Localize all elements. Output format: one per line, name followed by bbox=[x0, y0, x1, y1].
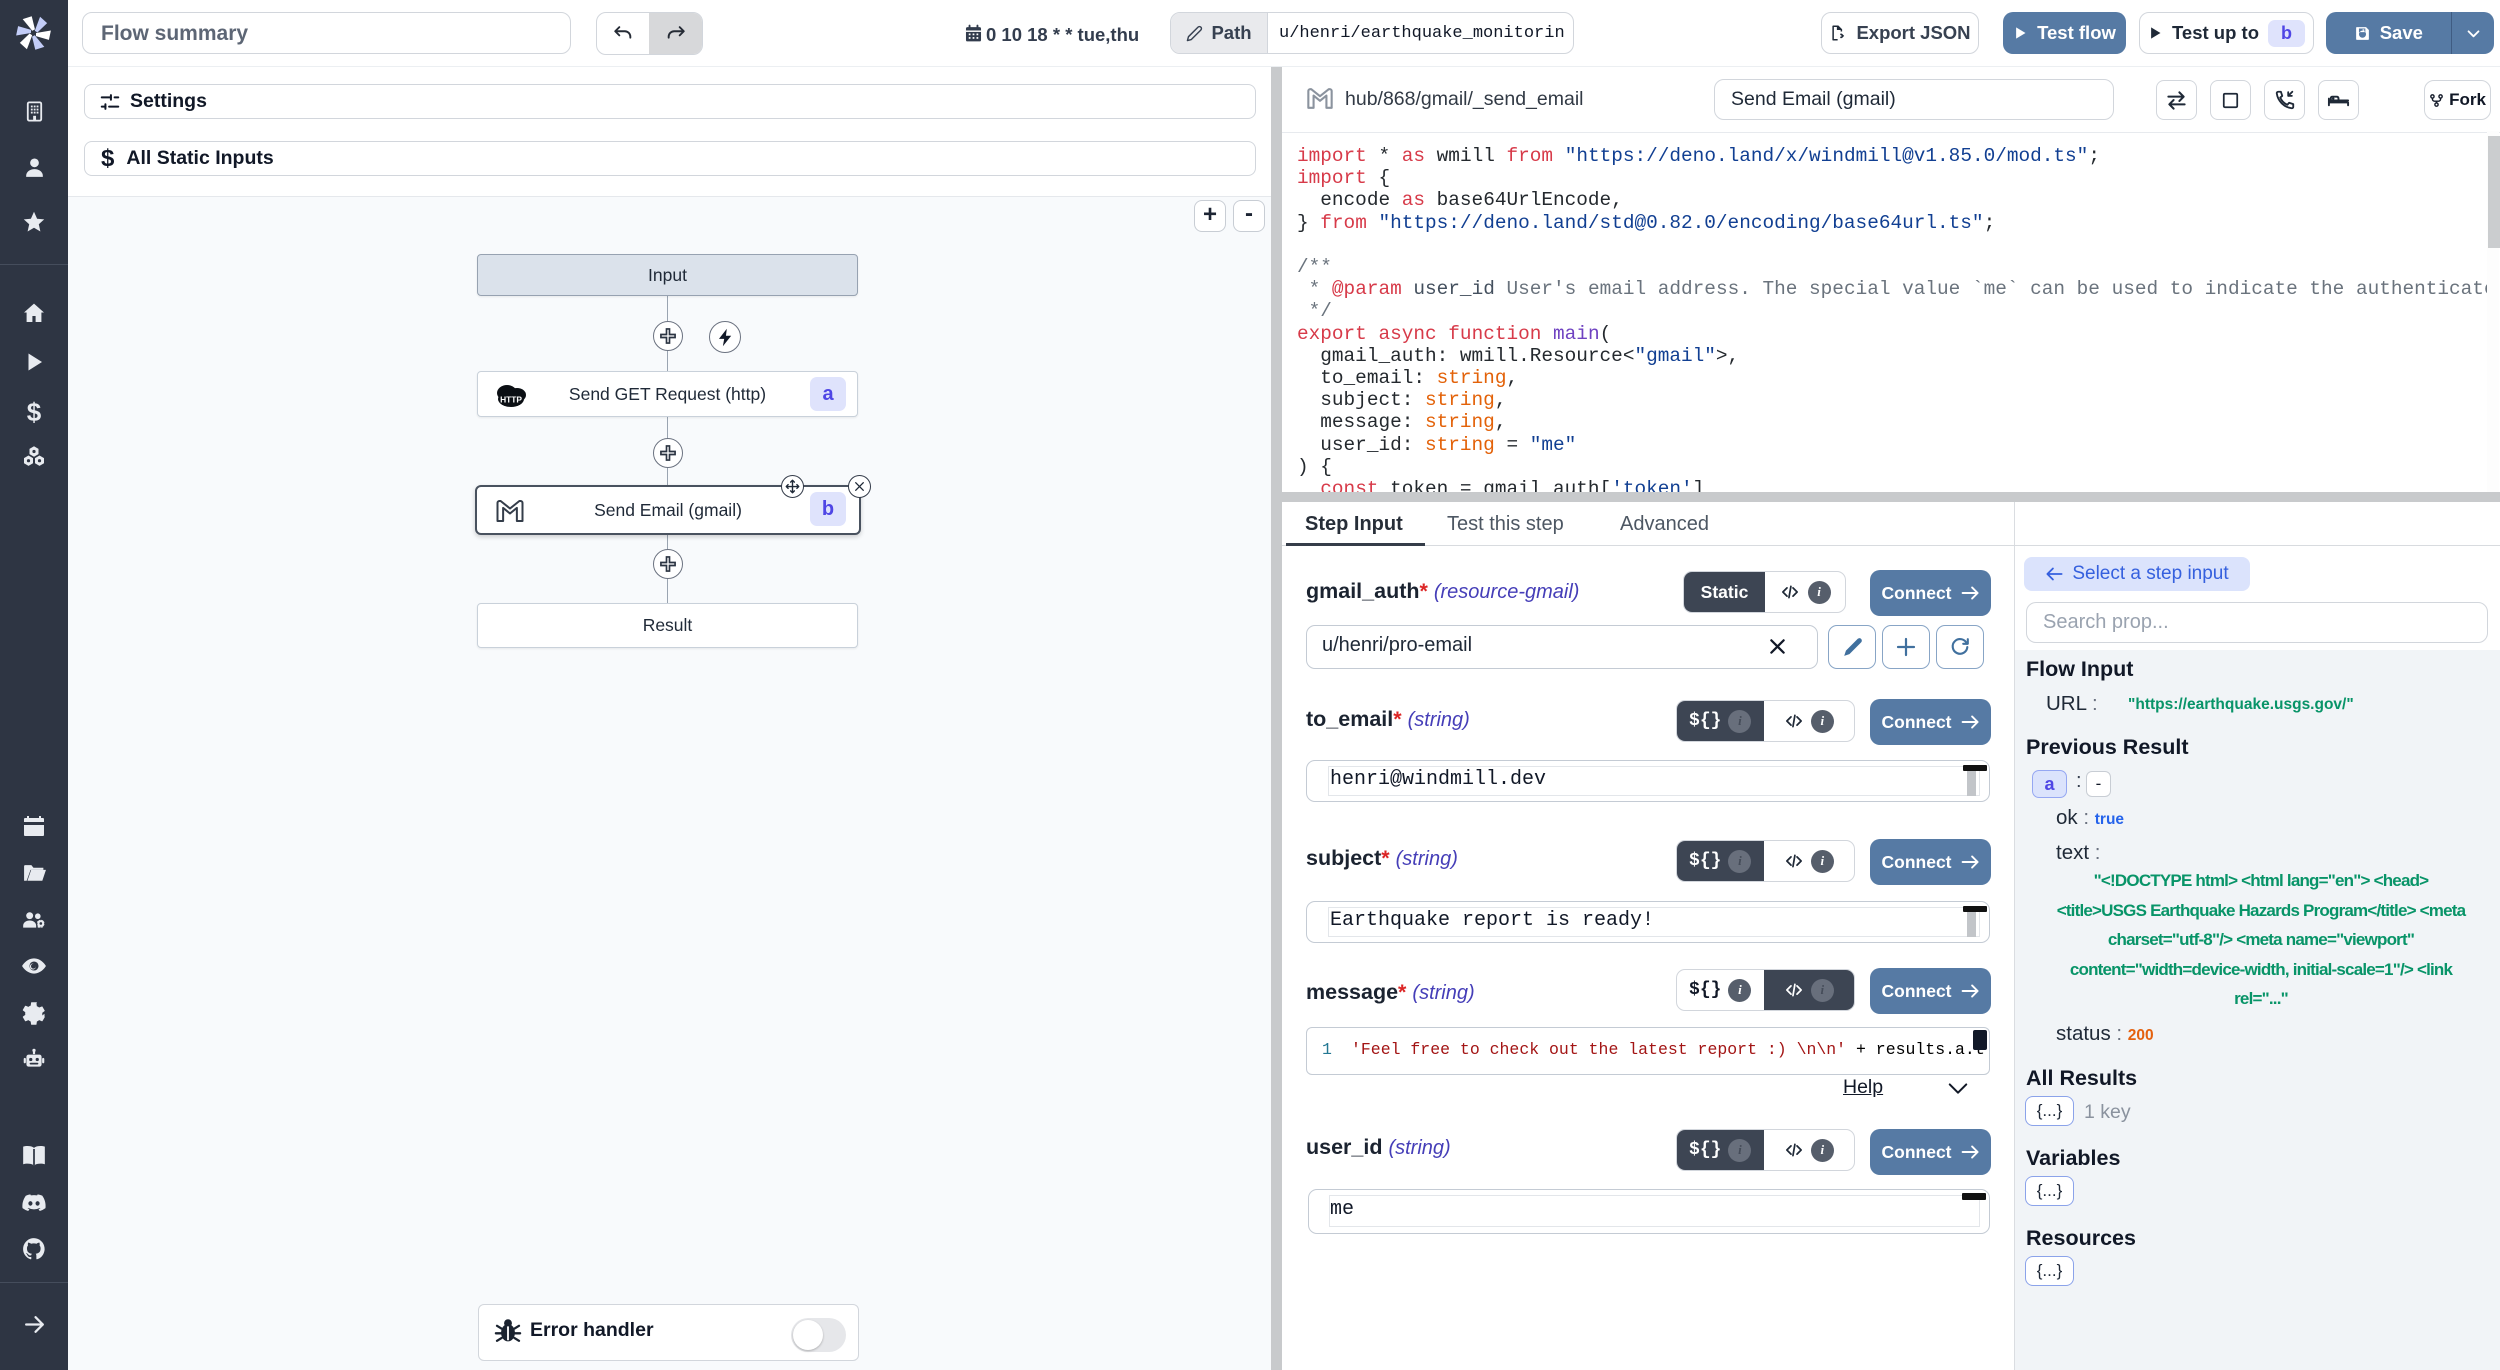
svg-text:HTTP: HTTP bbox=[500, 394, 522, 404]
